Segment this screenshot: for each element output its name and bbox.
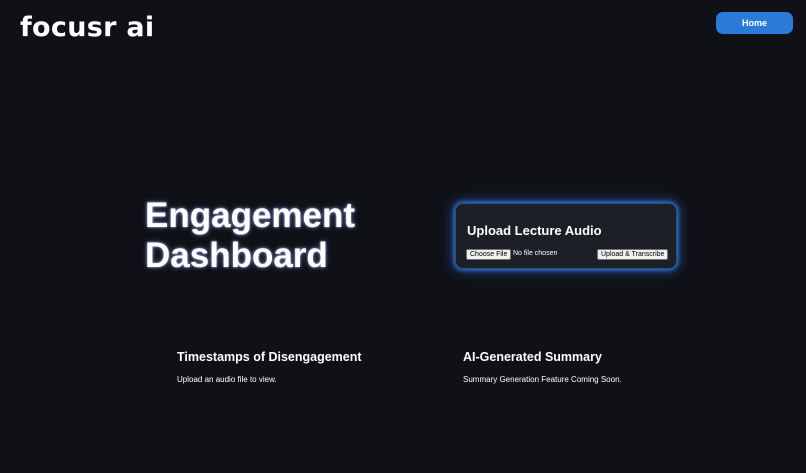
page-title: Engagement Dashboard [145, 196, 355, 276]
summary-title: AI-Generated Summary [463, 350, 602, 364]
timestamps-title: Timestamps of Disengagement [177, 350, 362, 364]
timestamps-message: Upload an audio file to view. [177, 375, 277, 384]
summary-message: Summary Generation Feature Coming Soon. [463, 375, 622, 384]
file-status-label: No file chosen [513, 250, 558, 257]
page-title-line-2: Dashboard [145, 236, 328, 275]
upload-card: Upload Lecture Audio Choose File No file… [455, 203, 677, 269]
logo: focusr ai [20, 12, 155, 43]
page-title-line-1: Engagement [145, 196, 356, 235]
page: focusr ai Home Engagement Dashboard Uplo… [0, 0, 806, 473]
upload-transcribe-button[interactable]: Upload & Transcribe [597, 249, 669, 260]
choose-file-button[interactable]: Choose File [466, 249, 512, 260]
upload-card-title: Upload Lecture Audio [467, 223, 602, 238]
home-button[interactable]: Home [716, 12, 793, 34]
